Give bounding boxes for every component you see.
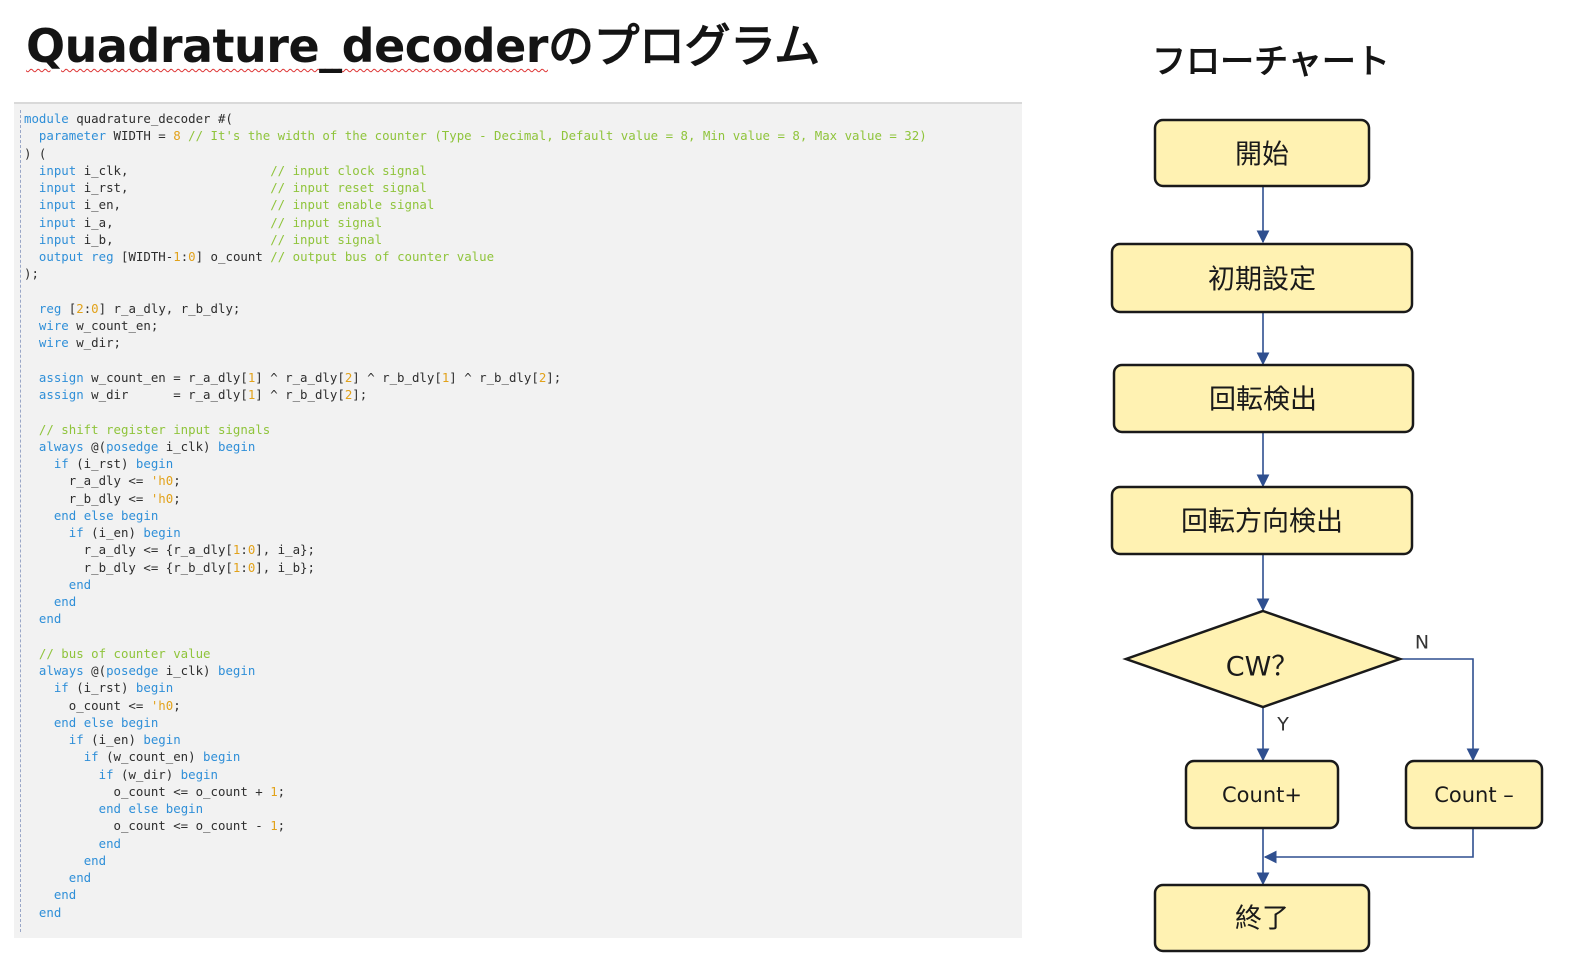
node-direction-detect-label: 回転方向検出 [1181, 507, 1343, 538]
flowchart: 開始 初期設定 回転検出 回転方向検出 CW？ Y N Count+ Count… [1110, 118, 1544, 953]
node-decision: CW？ [1122, 609, 1404, 709]
node-count-down-label: Count – [1434, 783, 1514, 807]
edge-decision-no [1400, 658, 1480, 762]
edge-label-no: N [1415, 632, 1429, 654]
edge-label-yes: Y [1276, 714, 1289, 736]
node-start-label: 開始 [1235, 140, 1289, 171]
node-rotation-detect-label: 回転検出 [1209, 385, 1317, 416]
node-start: 開始 [1153, 118, 1371, 188]
node-end-label: 終了 [1235, 904, 1289, 935]
node-rotation-detect: 回転検出 [1112, 363, 1415, 434]
node-decision-label: CW？ [1226, 652, 1299, 683]
node-count-up: Count+ [1184, 759, 1340, 830]
node-count-down: Count – [1404, 759, 1544, 830]
edge-countdown-to-merge [1263, 828, 1474, 864]
node-end: 終了 [1153, 883, 1371, 953]
node-init: 初期設定 [1110, 242, 1414, 314]
node-count-up-label: Count+ [1222, 783, 1302, 807]
node-direction-detect: 回転方向検出 [1110, 485, 1414, 556]
node-init-label: 初期設定 [1208, 265, 1316, 296]
